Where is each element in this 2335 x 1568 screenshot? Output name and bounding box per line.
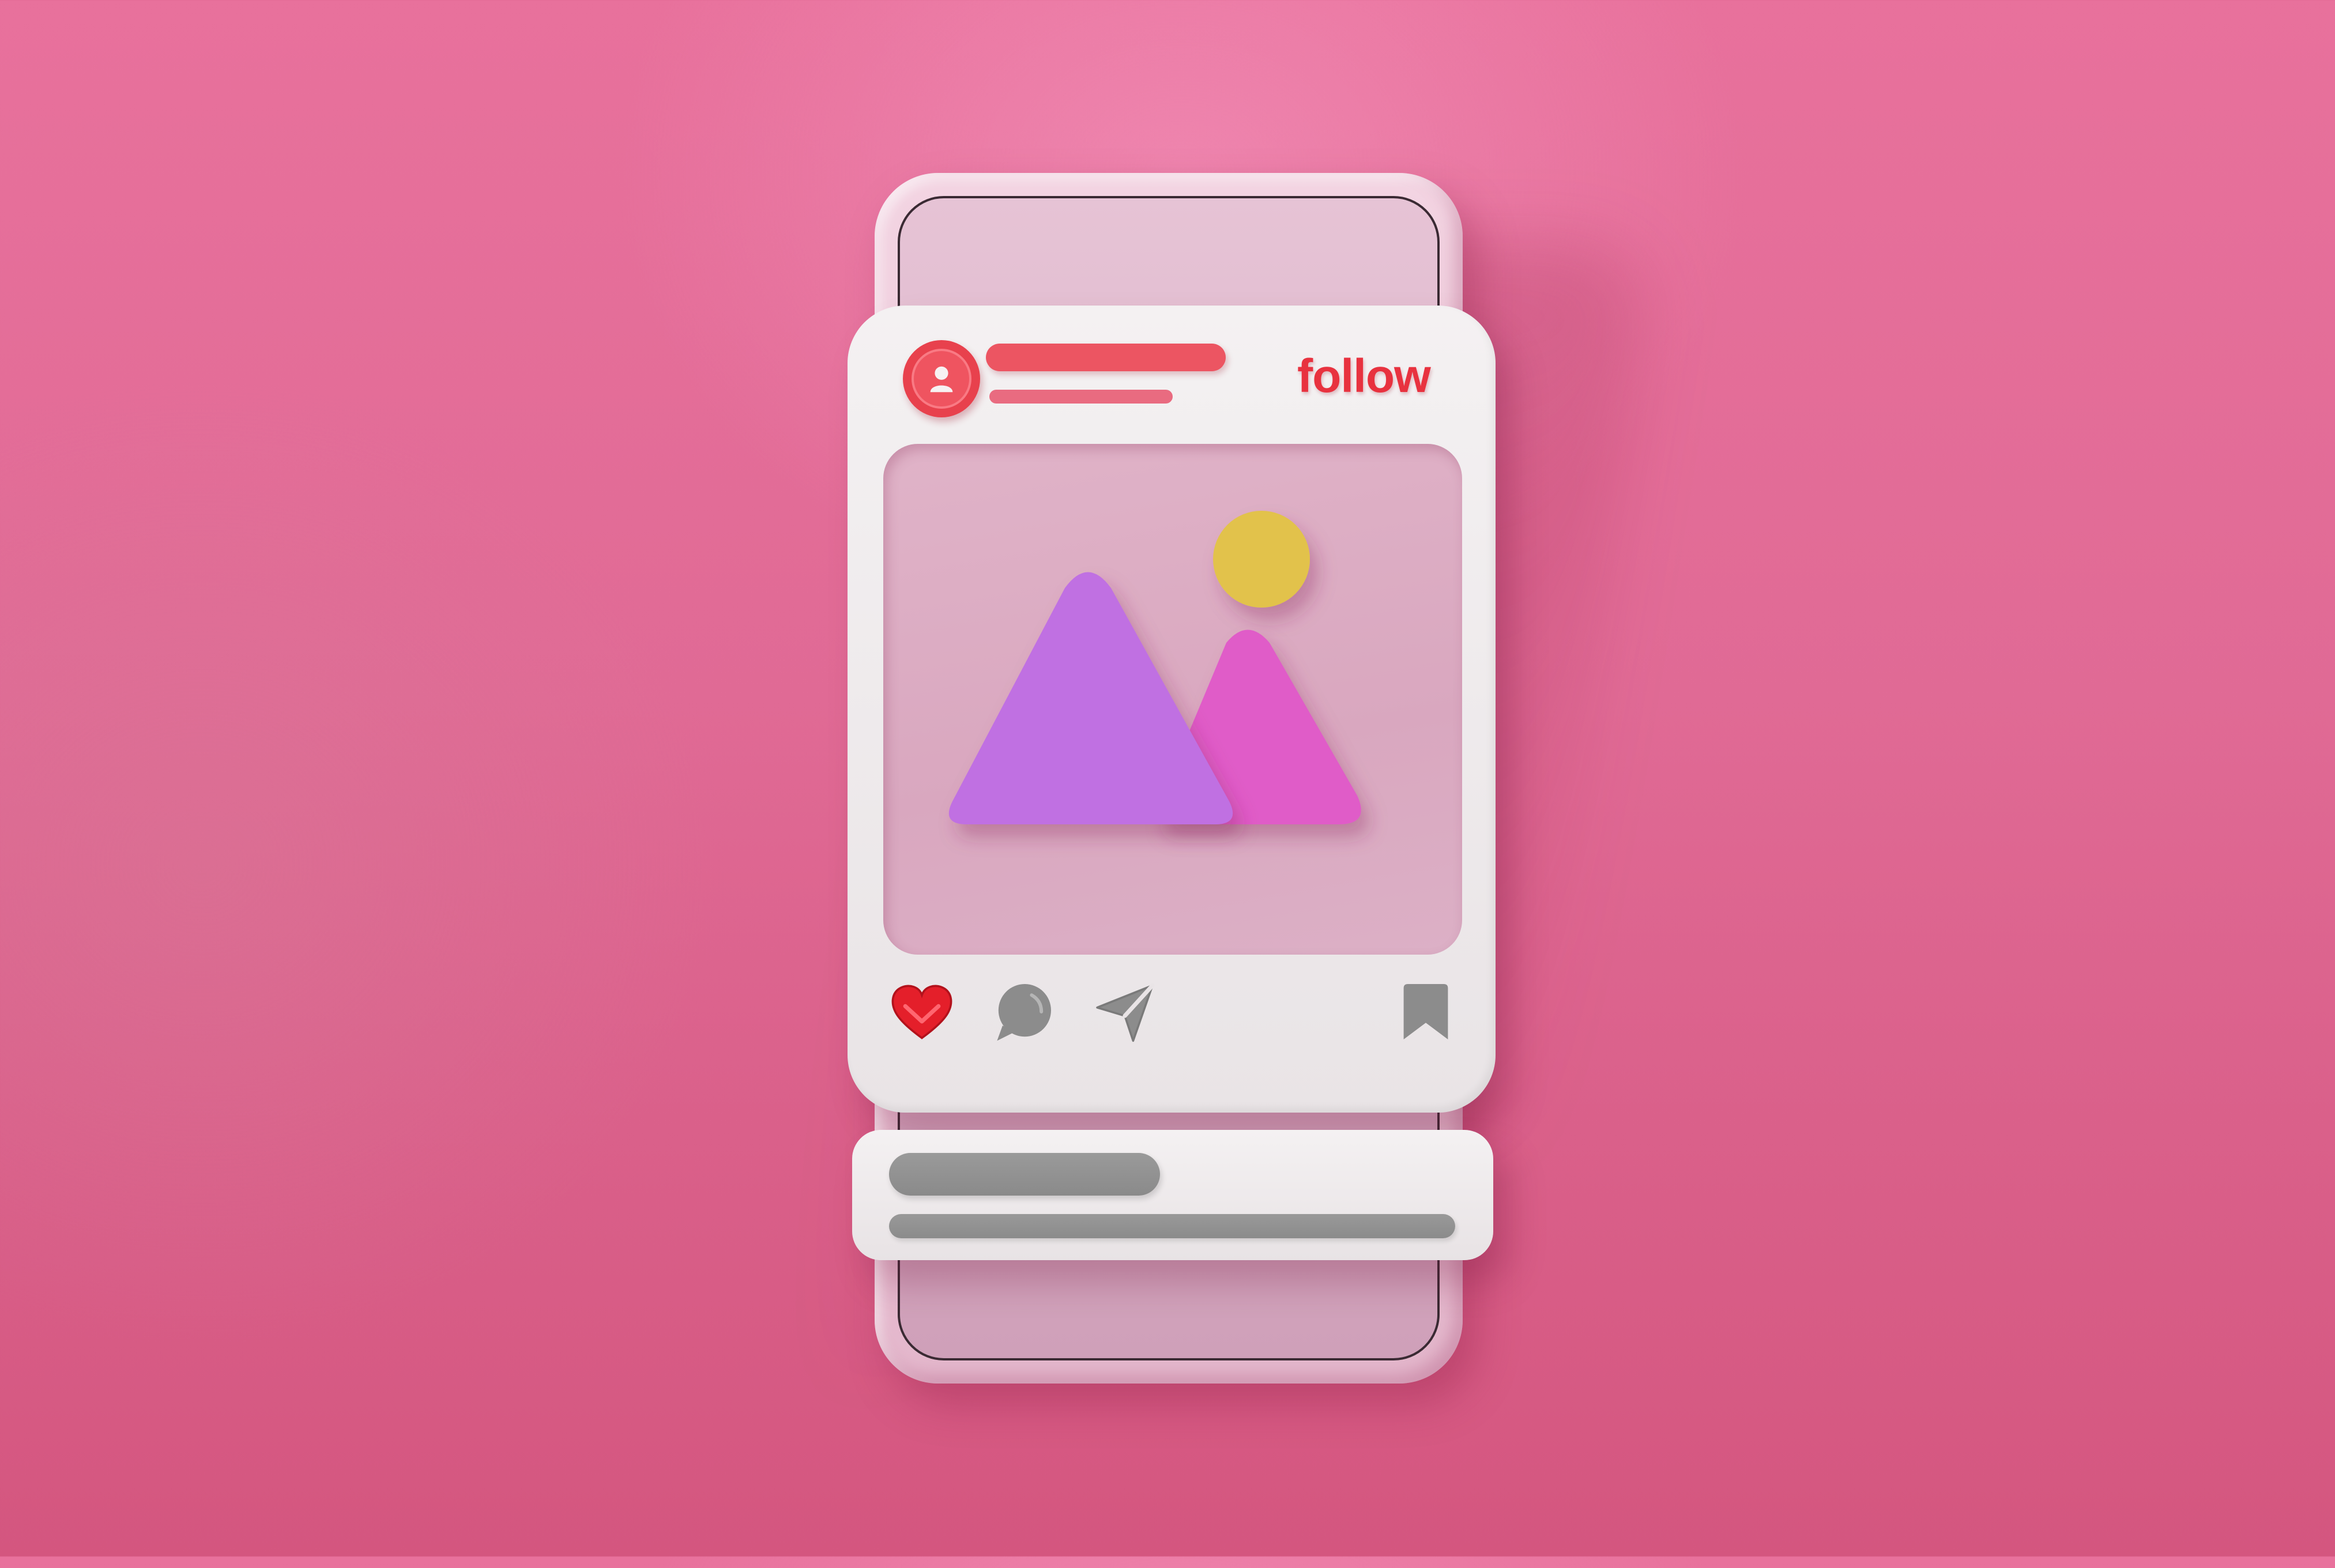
caption-title-placeholder: [889, 1153, 1160, 1196]
caption-text-placeholder: [889, 1214, 1455, 1238]
send-icon: [1096, 983, 1155, 1042]
heart-icon: [891, 985, 952, 1039]
post-action-bar: [848, 974, 1496, 1055]
large-mountain-icon: [948, 572, 1233, 824]
comment-bubble-icon: [997, 984, 1051, 1041]
user-avatar-icon: [912, 349, 971, 409]
username-placeholder: [986, 344, 1226, 371]
share-button[interactable]: [1087, 974, 1162, 1049]
image-placeholder-icon: [948, 511, 1361, 824]
follow-button[interactable]: follow: [1297, 349, 1431, 404]
post-image[interactable]: [883, 444, 1462, 955]
like-button[interactable]: [884, 974, 959, 1049]
sun-icon: [1213, 511, 1310, 608]
avatar[interactable]: [903, 340, 980, 417]
caption-card: [852, 1130, 1493, 1260]
save-button[interactable]: [1388, 974, 1463, 1049]
subtitle-placeholder: [989, 390, 1173, 404]
post-card: follow: [848, 306, 1496, 1113]
bookmark-icon: [1403, 984, 1448, 1039]
user-silhouette-icon: [930, 366, 953, 393]
comment-button[interactable]: [986, 974, 1061, 1049]
